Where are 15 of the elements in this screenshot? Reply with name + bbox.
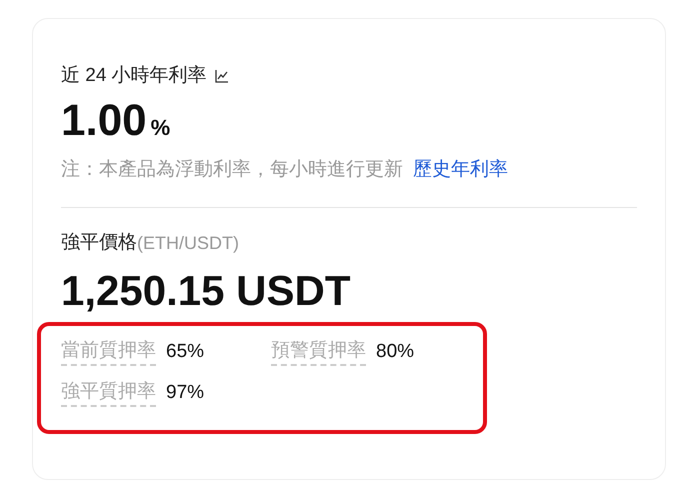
pair-label: (ETH/USDT) bbox=[137, 232, 239, 255]
ratio-value: 97% bbox=[166, 380, 204, 404]
chart-icon[interactable] bbox=[214, 69, 229, 83]
ratio-value: 65% bbox=[166, 340, 204, 364]
rate-note: 注：本產品為浮動利率，每小時進行更新 bbox=[61, 158, 403, 182]
liquidation-price: 1,250.15 USDT bbox=[61, 270, 352, 312]
ratio-label[interactable]: 強平質押率 bbox=[61, 378, 156, 407]
rate-value: 1.00 bbox=[61, 99, 147, 143]
history-rate-link[interactable]: 歷史年利率 bbox=[413, 156, 508, 184]
ratio-label[interactable]: 當前質押率 bbox=[61, 338, 156, 366]
ratio-label[interactable]: 預警質押率 bbox=[271, 338, 366, 366]
rate-unit: % bbox=[150, 114, 170, 142]
rate-title: 近 24 小時年利率 bbox=[61, 64, 207, 88]
liquidation-title: 強平價格 bbox=[61, 230, 137, 255]
ratio-value: 80% bbox=[376, 340, 414, 364]
